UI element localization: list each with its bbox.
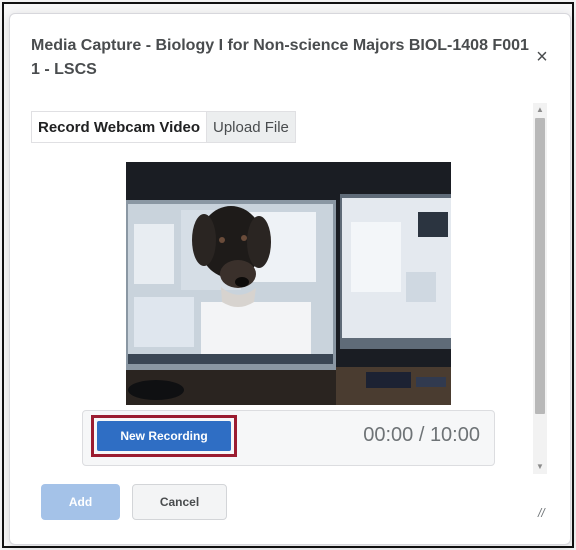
scroll-up-icon[interactable]: ▲ xyxy=(533,103,547,117)
add-button[interactable]: Add xyxy=(41,484,120,520)
new-recording-button[interactable]: New Recording xyxy=(97,421,231,451)
scroll-thumb[interactable] xyxy=(535,118,545,414)
tab-upload-file[interactable]: Upload File xyxy=(207,111,296,143)
dialog-scrollbar[interactable]: ▲ ▼ xyxy=(533,103,547,474)
webcam-preview-image xyxy=(126,162,451,405)
new-recording-highlight: New Recording xyxy=(91,415,237,457)
cancel-button[interactable]: Cancel xyxy=(132,484,227,520)
tab-record-webcam-video[interactable]: Record Webcam Video xyxy=(31,111,207,143)
close-icon[interactable]: × xyxy=(533,47,551,67)
capture-tabs: Record Webcam Video Upload File xyxy=(31,111,296,143)
scroll-down-icon[interactable]: ▼ xyxy=(533,460,547,474)
webcam-preview xyxy=(126,162,451,405)
dialog-title: Media Capture - Biology I for Non-scienc… xyxy=(31,37,529,78)
resize-handle-icon[interactable]: // xyxy=(538,507,550,519)
recording-timer: 00:00 / 10:00 xyxy=(363,424,480,446)
recording-controls: New Recording 00:00 / 10:00 xyxy=(82,410,495,466)
dialog-content: Record Webcam Video Upload File New Reco… xyxy=(31,103,527,474)
